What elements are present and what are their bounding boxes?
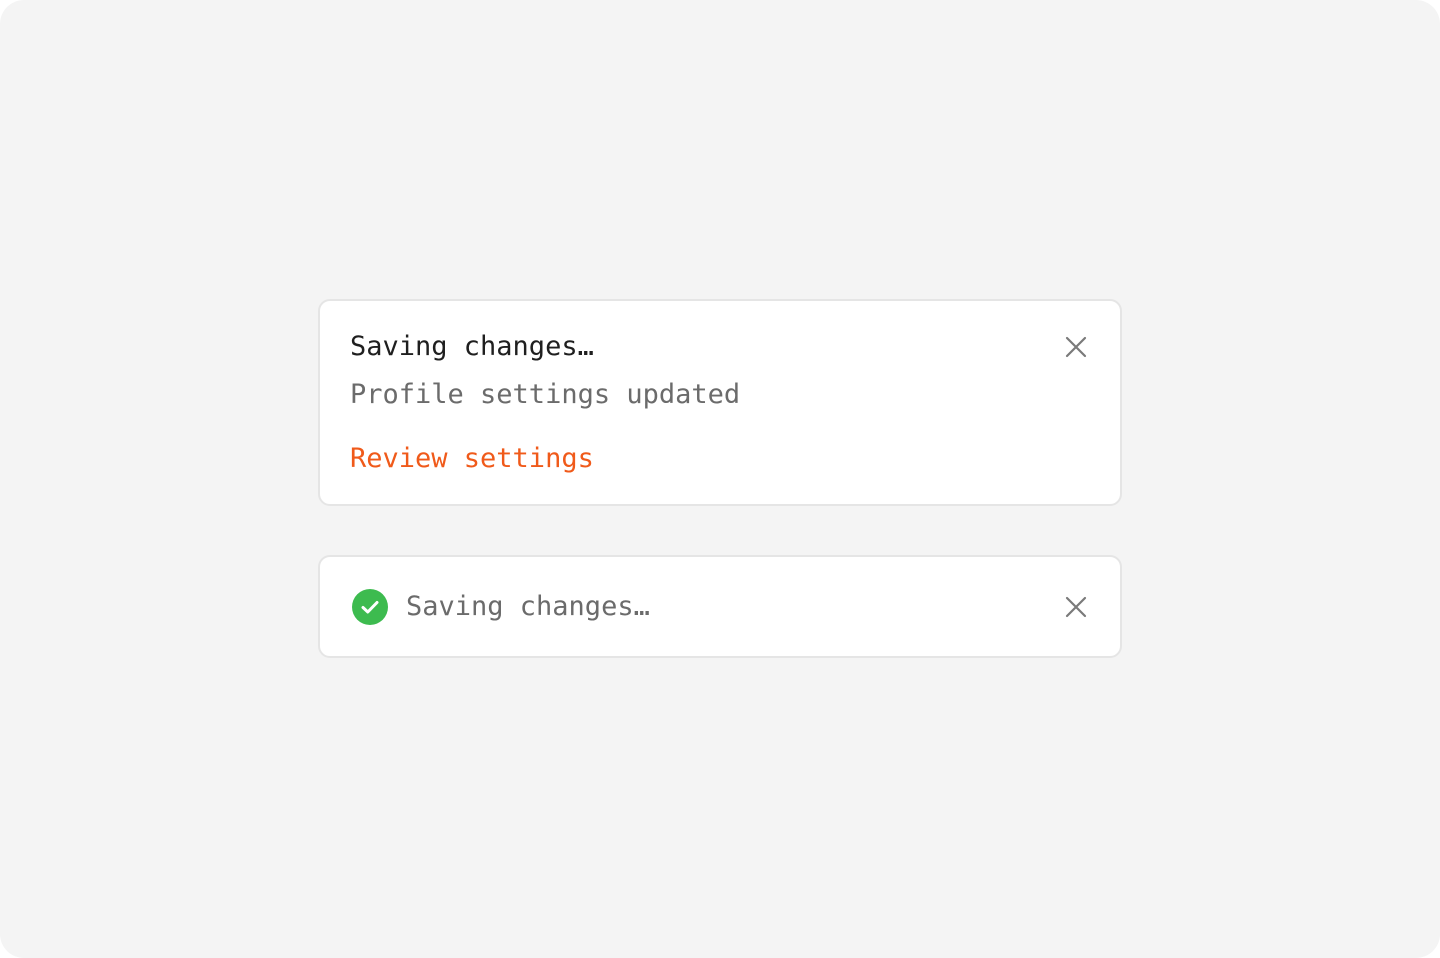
close-button[interactable] — [1061, 332, 1091, 362]
close-icon — [1065, 336, 1087, 358]
toast-compact-text: Saving changes… — [406, 591, 650, 622]
toast-message: Profile settings updated — [350, 379, 741, 410]
review-settings-link[interactable]: Review settings — [350, 441, 594, 477]
toast-title: Saving changes… — [350, 331, 594, 362]
check-circle-icon — [352, 589, 388, 625]
toast-compact: Saving changes… — [318, 555, 1122, 658]
toast-detailed: Saving changes… Profile settings updated… — [318, 299, 1122, 506]
page-background: Saving changes… Profile settings updated… — [0, 0, 1440, 958]
close-button[interactable] — [1061, 592, 1091, 622]
close-icon — [1065, 596, 1087, 618]
